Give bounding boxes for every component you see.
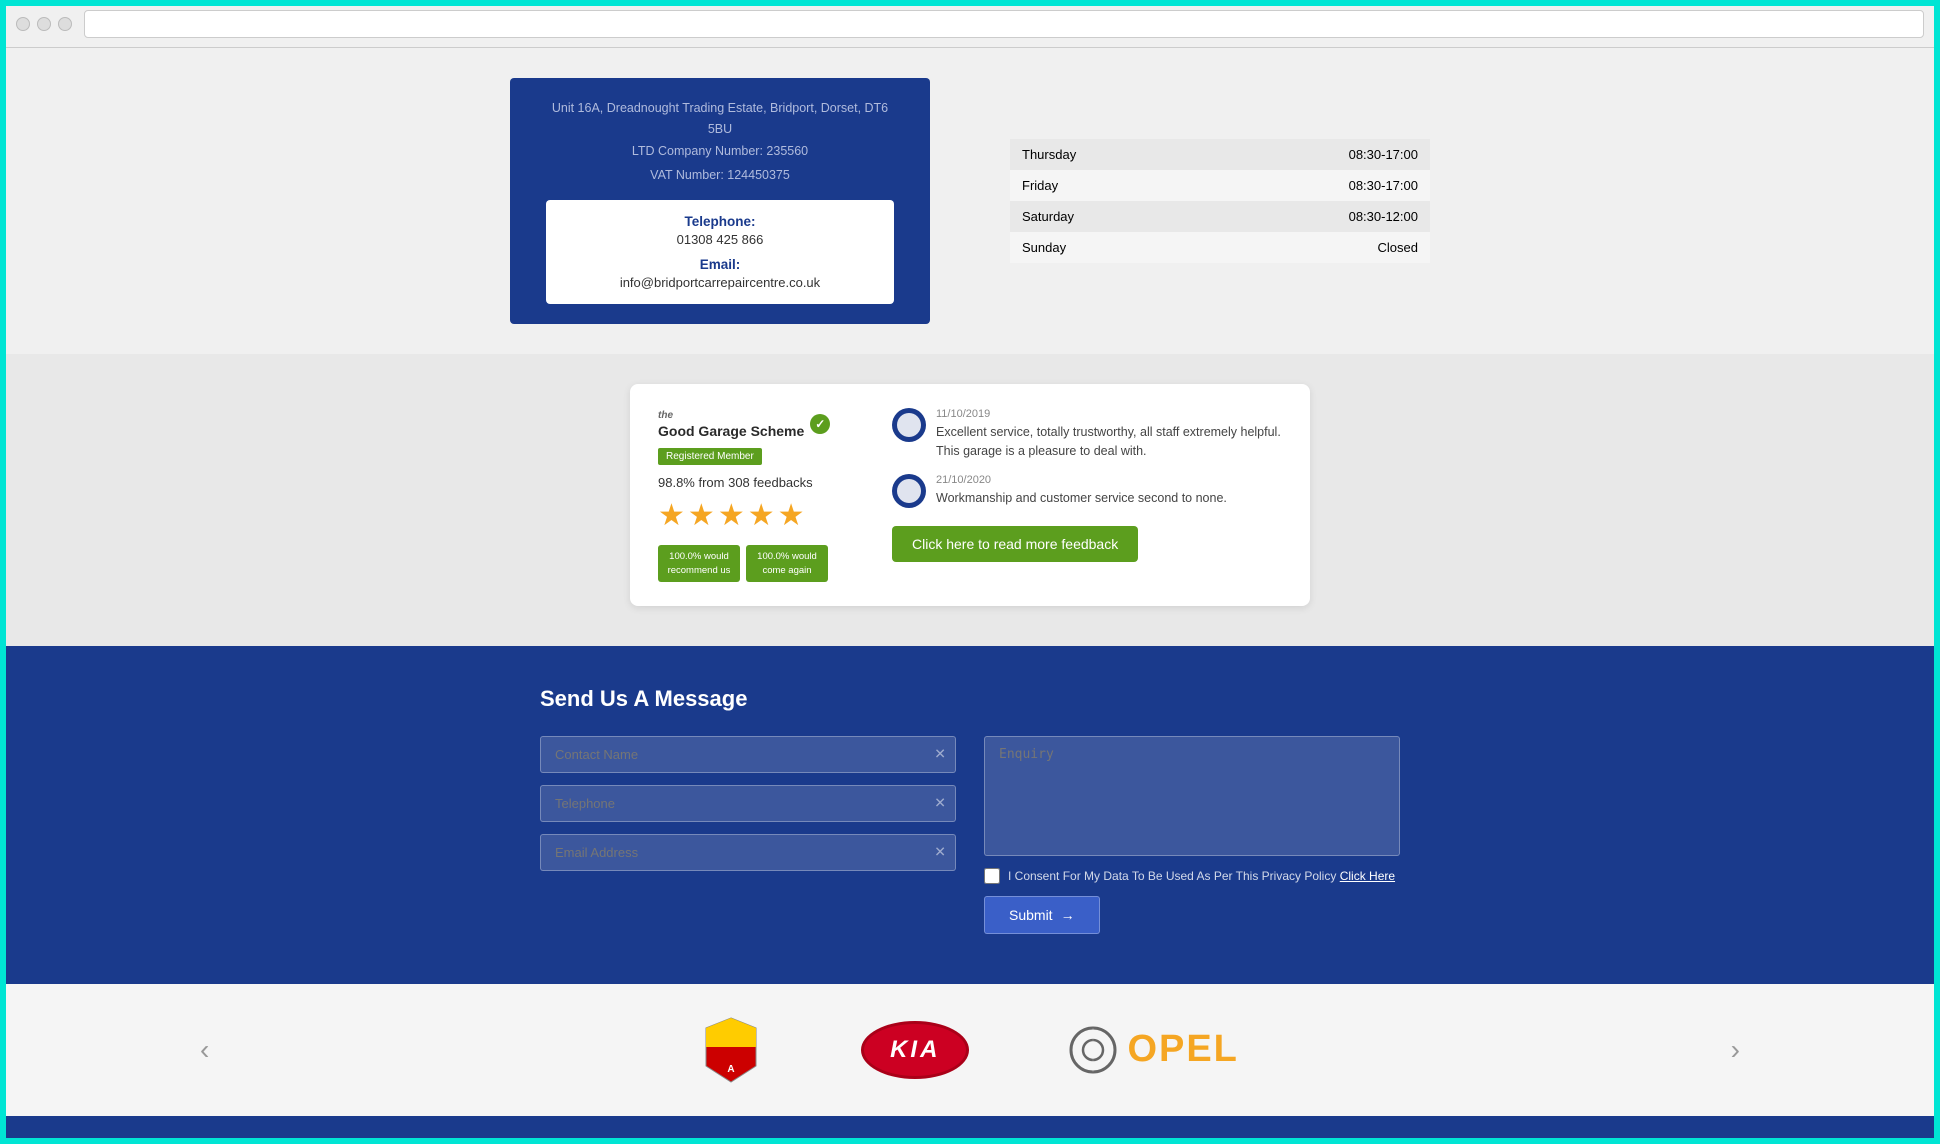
email-field-wrapper: ✕ (540, 834, 956, 871)
time-thursday: 08:30-17:00 (1349, 147, 1418, 162)
day-sunday: Sunday (1022, 240, 1066, 255)
review-1: 11/10/2019 Excellent service, totally tr… (892, 408, 1282, 461)
review-1-text: Excellent service, totally trustworthy, … (936, 423, 1282, 461)
form-left: ✕ ✕ ✕ (540, 736, 956, 934)
contact-form-row: ✕ ✕ ✕ I Consent For My Data To Be Used A (540, 736, 1400, 934)
feedback-right: 11/10/2019 Excellent service, totally tr… (892, 408, 1282, 582)
contact-name-input[interactable] (540, 736, 956, 773)
feedback-section: the Good Garage Scheme ✓ Registered Memb… (0, 354, 1940, 646)
day-thursday: Thursday (1022, 147, 1076, 162)
hours-row-sunday: Sunday Closed (1010, 232, 1430, 263)
star-3: ★ (718, 498, 745, 533)
recommend-badges: 100.0% would recommend us 100.0% would c… (658, 545, 868, 582)
review-2-content: 21/10/2020 Workmanship and customer serv… (936, 474, 1227, 508)
time-friday: 08:30-17:00 (1349, 178, 1418, 193)
address-line1: Unit 16A, Dreadnought Trading Estate, Br… (552, 101, 888, 136)
name-field-wrapper: ✕ (540, 736, 956, 773)
ggs-logo-text: the Good Garage Scheme (658, 408, 804, 441)
address-bar[interactable] (84, 10, 1924, 38)
consent-checkbox[interactable] (984, 868, 1000, 884)
read-more-feedback-button[interactable]: Click here to read more feedback (892, 526, 1138, 562)
star-1: ★ (658, 498, 685, 533)
browser-dots (16, 17, 72, 31)
consent-text: I Consent For My Data To Be Used As Per … (1008, 869, 1395, 883)
telephone-value: 01308 425 866 (566, 232, 874, 247)
feedback-score: 98.8% from 308 feedbacks (658, 475, 868, 490)
time-sunday: Closed (1378, 240, 1418, 255)
stars-row: ★ ★ ★ ★ ★ (658, 498, 868, 533)
review-1-date: 11/10/2019 (936, 408, 1282, 420)
address-line2: LTD Company Number: 235560 (632, 144, 808, 158)
contact-box: Telephone: 01308 425 866 Email: info@bri… (546, 200, 894, 304)
review-2-avatar (892, 474, 926, 508)
review-2: 21/10/2020 Workmanship and customer serv… (892, 474, 1282, 508)
feedback-left: the Good Garage Scheme ✓ Registered Memb… (658, 408, 868, 582)
star-4: ★ (748, 498, 775, 533)
review-1-content: 11/10/2019 Excellent service, totally tr… (936, 408, 1282, 461)
vat-number: VAT Number: 124450375 (546, 168, 894, 182)
browser-dot-2[interactable] (37, 17, 51, 31)
hours-row-saturday: Saturday 08:30-12:00 (1010, 201, 1430, 232)
day-friday: Friday (1022, 178, 1058, 193)
submit-label: Submit (1009, 907, 1053, 923)
company-address: Unit 16A, Dreadnought Trading Estate, Br… (546, 98, 894, 162)
carousel-prev-arrow[interactable]: ‹ (200, 1034, 209, 1066)
opel-text: OPEL (1127, 1028, 1238, 1071)
form-right: I Consent For My Data To Be Used As Per … (984, 736, 1400, 934)
hours-table: Thursday 08:30-17:00 Friday 08:30-17:00 … (1010, 139, 1430, 263)
day-saturday: Saturday (1022, 209, 1074, 224)
telephone-input[interactable] (540, 785, 956, 822)
contact-inner: Send Us A Message ✕ ✕ ✕ (520, 686, 1420, 934)
recommend-badge-2: 100.0% would come again (746, 545, 828, 582)
recommend-badge-1: 100.0% would recommend us (658, 545, 740, 582)
email-clear-icon: ✕ (934, 844, 946, 861)
review-2-date: 21/10/2020 (936, 474, 1227, 486)
email-label: Email: (566, 257, 874, 272)
star-2: ★ (688, 498, 715, 533)
ggs-checkmark-icon: ✓ (810, 414, 830, 434)
email-address-input[interactable] (540, 834, 956, 871)
consent-link[interactable]: Click Here (1340, 869, 1395, 883)
enquiry-textarea[interactable] (984, 736, 1400, 856)
telephone-field-wrapper: ✕ (540, 785, 956, 822)
consent-row: I Consent For My Data To Be Used As Per … (984, 868, 1400, 884)
contact-section: Send Us A Message ✕ ✕ ✕ (0, 646, 1940, 984)
submit-button[interactable]: Submit → (984, 896, 1100, 934)
company-card: Unit 16A, Dreadnought Trading Estate, Br… (510, 78, 930, 324)
top-section: Unit 16A, Dreadnought Trading Estate, Br… (0, 48, 1940, 354)
carousel-next-arrow[interactable]: › (1731, 1034, 1740, 1066)
svg-text:A: A (727, 1064, 734, 1075)
browser-dot-3[interactable] (58, 17, 72, 31)
time-saturday: 08:30-12:00 (1349, 209, 1418, 224)
feedback-card: the Good Garage Scheme ✓ Registered Memb… (630, 384, 1310, 606)
browser-dot-1[interactable] (16, 17, 30, 31)
ggs-logo: the Good Garage Scheme ✓ (658, 408, 868, 441)
name-clear-icon: ✕ (934, 746, 946, 763)
kia-logo: KIA (861, 1021, 969, 1079)
kia-text: KIA (890, 1036, 940, 1063)
opel-logo: OPEL (1069, 1026, 1238, 1074)
abarth-shield-icon: A (704, 1016, 758, 1084)
contact-title: Send Us A Message (540, 686, 1400, 712)
opel-ring-icon (1069, 1026, 1117, 1074)
telephone-label: Telephone: (566, 214, 874, 229)
telephone-clear-icon: ✕ (934, 795, 946, 812)
abarth-logo: A (701, 1014, 761, 1086)
submit-arrow-icon: → (1061, 907, 1075, 923)
review-2-text: Workmanship and customer service second … (936, 489, 1227, 508)
review-1-avatar (892, 408, 926, 442)
bottom-bar (0, 1116, 1940, 1140)
email-value: info@bridportcarrepaircentre.co.uk (566, 275, 874, 290)
hours-row-friday: Friday 08:30-17:00 (1010, 170, 1430, 201)
registered-member-badge: Registered Member (658, 448, 762, 465)
logos-section: ‹ A KIA OPEL › (0, 984, 1940, 1116)
star-5: ★ (778, 498, 805, 533)
consent-text-content: I Consent For My Data To Be Used As Per … (1008, 869, 1336, 883)
hours-row-thursday: Thursday 08:30-17:00 (1010, 139, 1430, 170)
